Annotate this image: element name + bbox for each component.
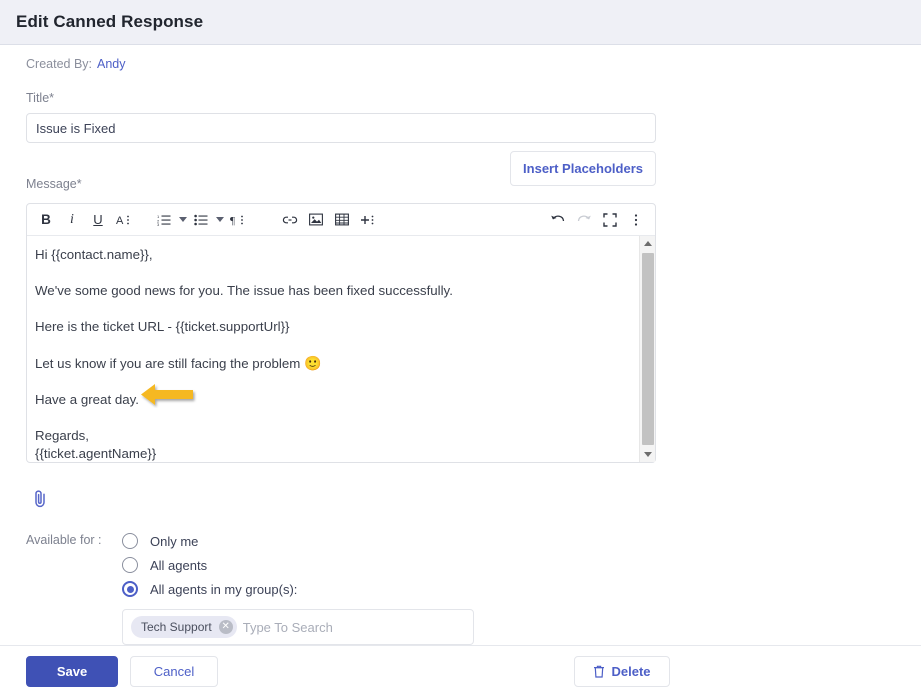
- link-icon[interactable]: [277, 207, 303, 233]
- radio-all-agents-indicator[interactable]: [122, 557, 138, 573]
- delete-button-label: Delete: [611, 663, 651, 679]
- paperclip-icon: [35, 490, 45, 508]
- message-line-url: Here is the ticket URL - {{ticket.suppor…: [35, 318, 290, 334]
- created-by-row: Created By: Andy: [26, 57, 921, 71]
- font-size-icon[interactable]: A: [111, 207, 137, 233]
- underline-icon[interactable]: U: [85, 207, 111, 233]
- form-body: Created By: Andy Title* Message* Insert …: [0, 45, 921, 645]
- message-line-regards: Regards,: [35, 427, 89, 443]
- message-line-followup: Let us know if you are still facing the …: [35, 354, 627, 373]
- group-search-input[interactable]: Type To Search: [243, 620, 333, 635]
- availability-section: Available for : Only me All agents All a…: [26, 529, 921, 645]
- more-options-icon[interactable]: [623, 207, 649, 233]
- unordered-list-icon[interactable]: [188, 207, 214, 233]
- smiley-emoji-icon: 🙂: [304, 354, 322, 371]
- message-line-news: We've some good news for you. The issue …: [35, 282, 453, 298]
- group-chip-label: Tech Support: [141, 620, 212, 634]
- scrollbar-thumb[interactable]: [642, 253, 654, 445]
- radio-only-me-label: Only me: [150, 533, 199, 549]
- page-title: Edit Canned Response: [16, 12, 204, 31]
- paragraph-format-icon[interactable]: ¶: [225, 207, 251, 233]
- message-line-agent: {{ticket.agentName}}: [35, 445, 157, 461]
- radio-all-agents-label: All agents: [150, 557, 208, 573]
- cancel-button[interactable]: Cancel: [130, 655, 218, 687]
- group-picker[interactable]: Tech Support ✕ Type To Search: [122, 609, 474, 645]
- redo-icon[interactable]: [571, 207, 597, 233]
- scroll-up-arrow-icon[interactable]: [640, 236, 655, 251]
- message-header-row: Message* Insert Placeholders: [26, 151, 656, 191]
- scroll-down-arrow-icon[interactable]: [640, 447, 655, 462]
- save-button[interactable]: Save: [26, 655, 118, 687]
- radio-option-only-me[interactable]: Only me: [122, 529, 921, 553]
- undo-icon[interactable]: [545, 207, 571, 233]
- availability-label: Available for :: [26, 533, 102, 547]
- editor-toolbar: B i U A 1 2 3 ¶: [27, 204, 655, 236]
- availability-options: Only me All agents All agents in my grou…: [122, 529, 921, 645]
- table-icon[interactable]: [329, 207, 355, 233]
- unordered-list-chevron-down-icon[interactable]: [214, 217, 225, 222]
- radio-option-my-groups[interactable]: All agents in my group(s):: [122, 577, 921, 601]
- svg-text:A: A: [116, 215, 124, 227]
- radio-my-groups-label: All agents in my group(s):: [150, 581, 298, 597]
- editor-scrollbar[interactable]: [639, 236, 655, 462]
- message-followup-text: Let us know if you are still facing the …: [35, 355, 301, 371]
- title-input[interactable]: [26, 113, 656, 143]
- fullscreen-icon[interactable]: [597, 207, 623, 233]
- ordered-list-icon[interactable]: 1 2 3: [151, 207, 177, 233]
- radio-option-all-agents[interactable]: All agents: [122, 553, 921, 577]
- created-by-value[interactable]: Andy: [97, 57, 126, 71]
- radio-my-groups-indicator[interactable]: [122, 581, 138, 597]
- message-content[interactable]: Hi {{contact.name}}, We've some good new…: [27, 236, 639, 462]
- bold-icon[interactable]: B: [33, 207, 59, 233]
- group-chip-remove-icon[interactable]: ✕: [218, 620, 233, 634]
- editor-area: Hi {{contact.name}}, We've some good new…: [27, 236, 655, 462]
- radio-only-me-indicator[interactable]: [122, 533, 138, 549]
- attachment-button[interactable]: [32, 487, 56, 511]
- insert-more-icon[interactable]: [355, 207, 381, 233]
- created-by-label: Created By:: [26, 57, 93, 71]
- page-header: Edit Canned Response: [0, 0, 921, 45]
- italic-icon[interactable]: i: [59, 207, 85, 233]
- title-label: Title*: [26, 91, 55, 105]
- svg-text:3: 3: [157, 222, 160, 226]
- insert-placeholders-button[interactable]: Insert Placeholders: [510, 151, 656, 186]
- svg-text:¶: ¶: [230, 215, 235, 227]
- ordered-list-chevron-down-icon[interactable]: [177, 217, 188, 222]
- message-line-closing: Have a great day.: [35, 391, 139, 407]
- group-chip: Tech Support ✕: [131, 616, 237, 638]
- delete-button[interactable]: Delete: [574, 655, 670, 687]
- rich-text-editor: B i U A 1 2 3 ¶ Hi {{contact.name}}, We'…: [26, 203, 656, 463]
- trash-icon: [594, 665, 605, 678]
- image-icon[interactable]: [303, 207, 329, 233]
- form-footer: Save Cancel Delete: [0, 645, 921, 696]
- message-line-greeting: Hi {{contact.name}},: [35, 247, 153, 262]
